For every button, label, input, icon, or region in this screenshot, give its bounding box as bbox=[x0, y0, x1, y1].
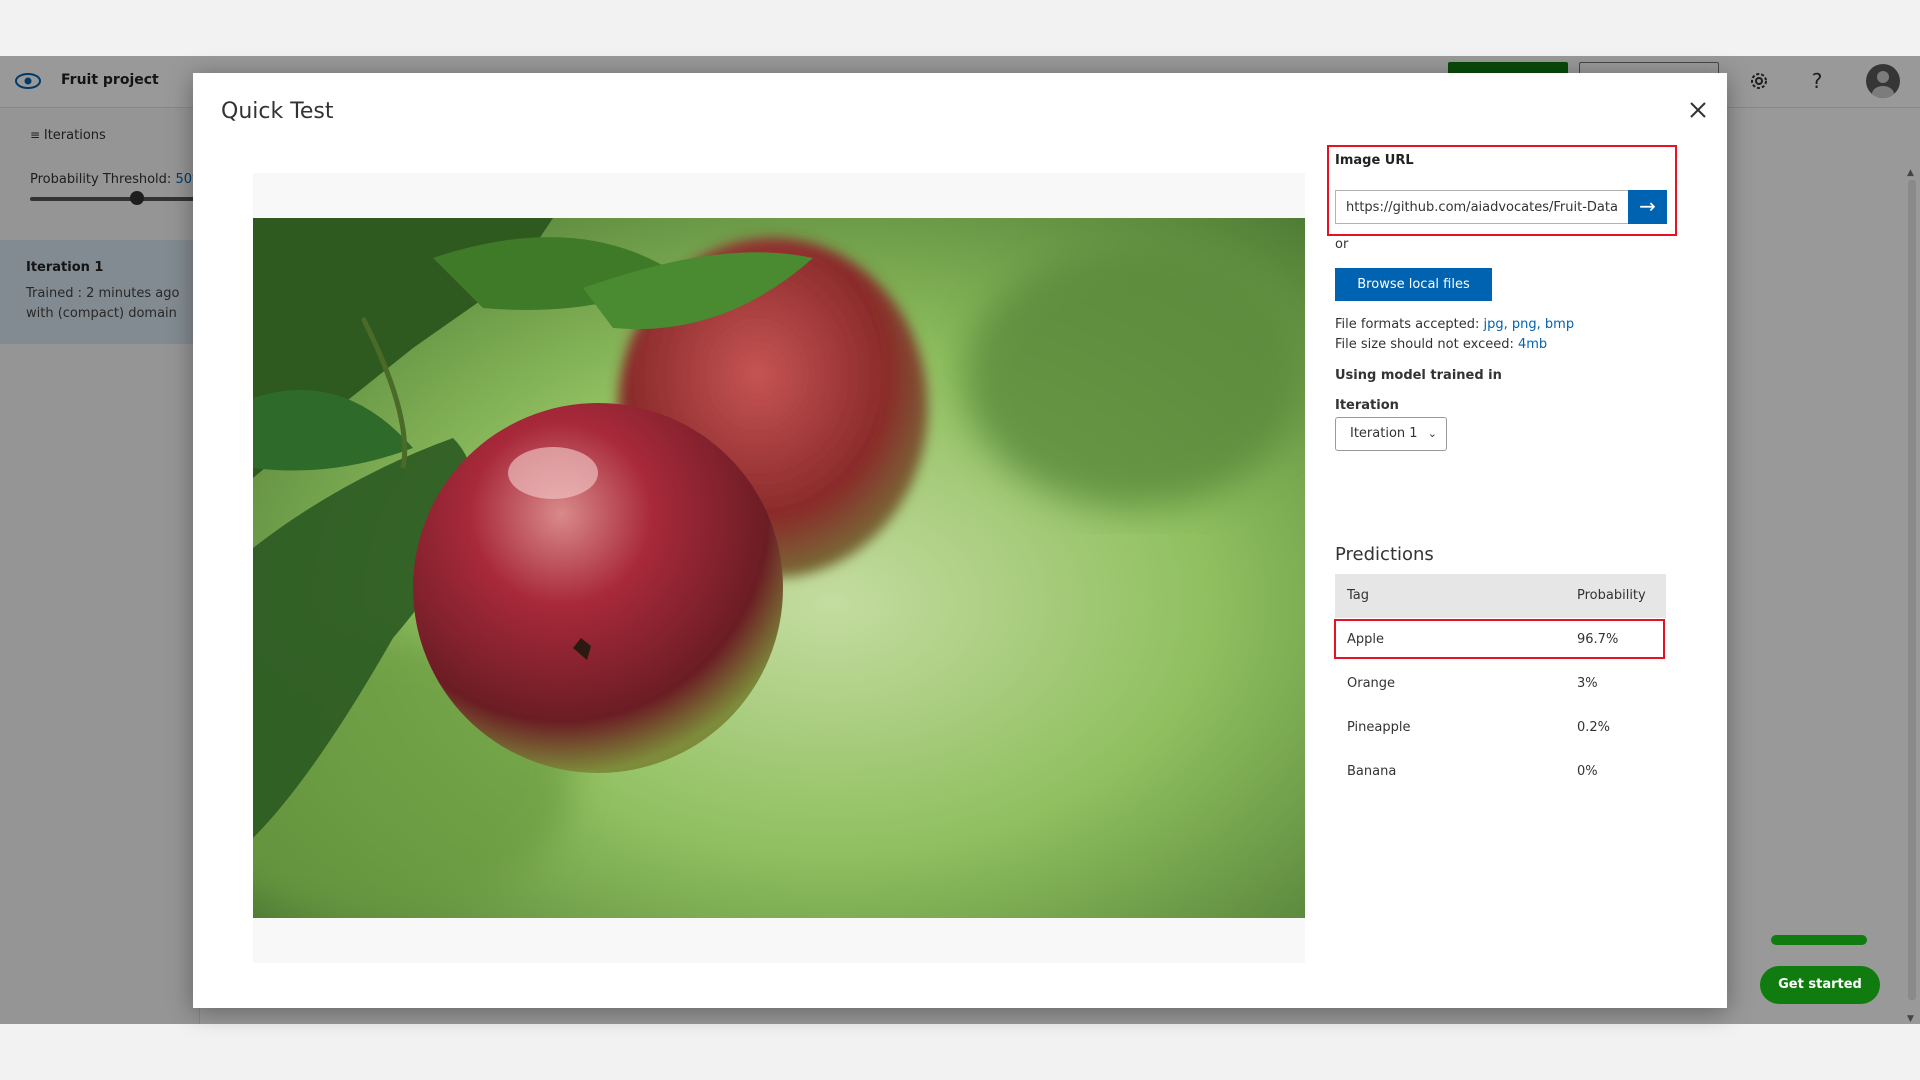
predictions-header-row: Tag Probability bbox=[1335, 574, 1666, 618]
arrow-right-icon: → bbox=[1639, 194, 1656, 218]
submit-url-button[interactable]: → bbox=[1628, 190, 1667, 224]
scroll-up-icon[interactable]: ▲ bbox=[1907, 168, 1914, 178]
or-label: or bbox=[1335, 237, 1349, 252]
get-started-progress bbox=[1771, 935, 1867, 945]
table-row: Banana 0% bbox=[1347, 764, 1598, 779]
scroll-down-icon[interactable]: ▼ bbox=[1907, 1014, 1914, 1024]
iteration-select[interactable]: Iteration 1 ⌄ bbox=[1335, 417, 1447, 451]
using-model-label: Using model trained in bbox=[1335, 368, 1502, 383]
image-preview bbox=[253, 173, 1305, 963]
quick-test-dialog: Quick Test Image URL https://github.com/… bbox=[193, 73, 1727, 1008]
file-size-link: 4mb bbox=[1518, 337, 1548, 352]
file-size-note: File size should not exceed: 4mb bbox=[1335, 337, 1548, 352]
image-url-label: Image URL bbox=[1335, 153, 1414, 168]
predictions-table: Tag Probability Apple 96.7% Orange 3% Pi… bbox=[1335, 574, 1666, 794]
page-scrollbar[interactable]: ▲ ▼ bbox=[1904, 168, 1920, 1024]
table-row: Pineapple 0.2% bbox=[1347, 720, 1611, 735]
apple-photo bbox=[253, 218, 1305, 918]
predictions-title: Predictions bbox=[1335, 544, 1434, 565]
screen: Fruit project ? ≡ Iterations Probability… bbox=[0, 0, 1920, 1080]
browse-local-files-button[interactable]: Browse local files bbox=[1335, 268, 1492, 301]
file-formats-note: File formats accepted: jpg, png, bmp bbox=[1335, 317, 1575, 332]
image-url-input[interactable] bbox=[1335, 190, 1629, 224]
test-panel: Image URL → or Browse local files File f… bbox=[1327, 73, 1695, 1008]
column-header-probability: Probability bbox=[1577, 588, 1646, 603]
scrollbar-thumb[interactable] bbox=[1908, 180, 1916, 1000]
top-prediction-highlight bbox=[1334, 619, 1665, 659]
file-formats-link: jpg, png, bmp bbox=[1483, 317, 1575, 332]
chevron-down-icon: ⌄ bbox=[1427, 427, 1437, 440]
dialog-title: Quick Test bbox=[221, 99, 334, 124]
get-started-button[interactable]: Get started bbox=[1760, 966, 1880, 1004]
table-row: Orange 3% bbox=[1347, 676, 1598, 691]
column-header-tag: Tag bbox=[1347, 588, 1370, 603]
iteration-label: Iteration bbox=[1335, 398, 1399, 413]
